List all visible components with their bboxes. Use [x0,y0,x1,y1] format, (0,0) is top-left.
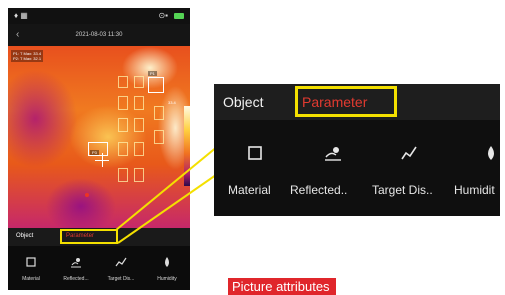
window-shape [118,142,128,156]
color-scale-bar [184,106,190,186]
reflected-item[interactable]: Reflected.. [284,120,362,216]
reflected-item[interactable]: Reflected... [53,246,99,290]
title-bar: ‹ 2021-08-03 11:30 [8,24,190,46]
item-label: Humidity [157,276,177,282]
window-shape [134,168,144,182]
center-label: P3 [90,150,99,155]
highlight-box [295,86,397,117]
cold-spot-dot [85,193,89,197]
item-label: Material [228,183,271,197]
humidity-item[interactable]: Humidit [450,120,500,216]
item-label: Material [22,276,40,282]
window-shape [134,96,144,110]
target-distance-item[interactable]: Target Dis... [98,246,144,290]
drop-icon [165,257,169,267]
thermal-image[interactable]: P1: T Max: 33.4 P2: T Max: 32.1 P1 P3 33… [8,46,190,228]
phone-screenshot: ♦ ▦ ⊙▪ ‹ 2021-08-03 11:30 P1: T Max: 33.… [8,8,190,290]
spot-label: P1 [148,71,157,76]
spot-marker-box[interactable] [148,77,164,93]
item-label: Reflected.. [290,183,348,197]
item-label: Target Dis.. [372,183,433,197]
window-shape [154,106,164,120]
status-bar: ♦ ▦ ⊙▪ [8,8,190,24]
material-item[interactable]: Material [8,246,54,290]
drop-icon [488,146,494,160]
tab-object[interactable]: Object [223,94,263,110]
item-label: Reflected... [63,276,89,282]
caption-label: Picture attributes [228,278,336,295]
battery-icon [174,12,184,19]
tab-object[interactable]: Object [16,233,33,239]
zoomed-panel: Object Parameter Material Reflected.. Ta… [214,84,500,216]
window-shape [118,76,128,88]
window-shape [134,142,144,156]
square-icon [26,257,36,267]
material-item[interactable]: Material [214,120,284,216]
zoomed-tab-bar: Object Parameter [214,84,500,120]
window-shape [118,96,128,110]
scale-max-value: 33.4 [168,100,176,105]
status-left-icons: ♦ ▦ [14,11,28,20]
distance-icon [115,257,127,267]
status-right-icons: ⊙▪ [158,11,184,20]
item-label: Humidit [454,183,495,197]
humidity-item[interactable]: Humidity [144,246,190,290]
square-icon [248,146,262,160]
signal-icon: ⊙▪ [158,11,168,20]
timestamp: 2021-08-03 11:30 [75,32,123,38]
pin-icon [71,258,81,268]
crosshair-icon [102,153,103,167]
window-shape [118,118,128,132]
window-shape [154,130,164,144]
item-label: Target Dis... [107,276,135,282]
distance-icon [401,146,417,160]
window-shape [118,168,128,182]
target-distance-item[interactable]: Target Dis.. [362,120,450,216]
window-shape [134,76,144,88]
highlight-box [60,229,118,244]
measurement-info: P1: T Max: 33.4 P2: T Max: 32.1 [11,50,44,62]
pin-icon [325,147,341,161]
parameter-items: Material Reflected... Target Dis... Humi… [8,246,190,290]
window-shape [134,118,144,132]
tab-bar: Object Parameter [8,228,190,246]
info-line: P2: T Max: 32.1 [13,56,42,61]
